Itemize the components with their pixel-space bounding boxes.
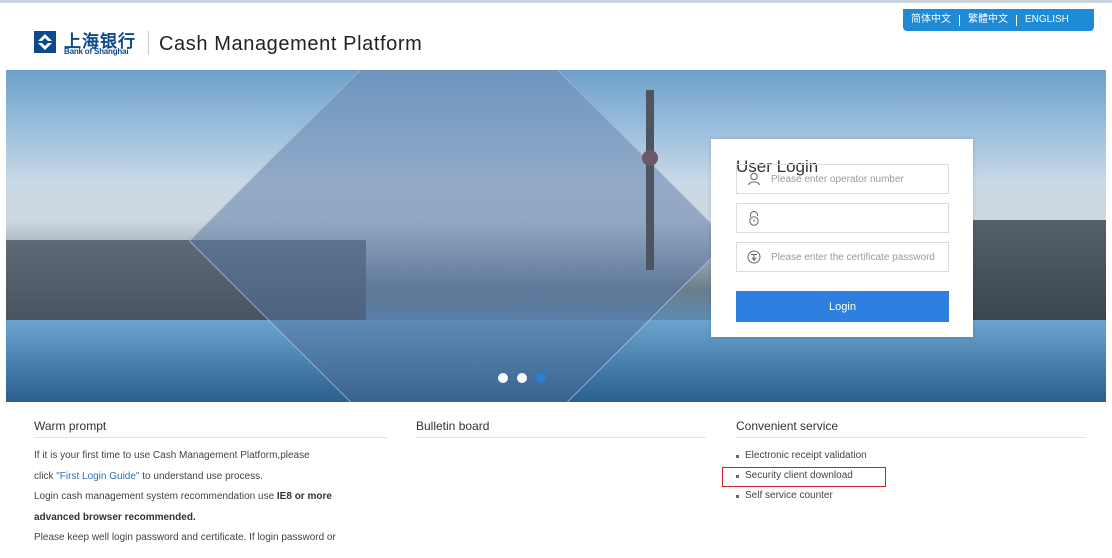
warm-prompt-line: advanced browser recommended. [34,508,388,529]
password-input[interactable] [771,212,941,224]
convenient-service-title: Convenient service [736,419,1086,438]
warm-prompt-text-fragment: Login cash management system recommendat… [34,491,277,502]
browser-requirement-cont: advanced browser recommended. [34,511,196,523]
carousel-dot-1[interactable] [498,373,508,383]
warm-prompt-line: Please keep well login password and cert… [34,532,336,543]
service-item-label: Self service counter [745,490,833,501]
operator-number-input[interactable] [771,173,941,185]
banner-tower [646,90,654,270]
bulletin-board-title: Bulletin board [416,419,706,438]
bullet-icon [736,454,739,458]
bank-logo-icon [34,31,56,53]
language-switcher: 简体中文 繁體中文 ENGLISH [903,9,1094,31]
bulletin-board-section: Bulletin board [416,419,706,438]
convenient-service-section: Convenient service Electronic receipt va… [736,419,1086,506]
highlight-annotation [722,467,886,487]
carousel-dot-3[interactable] [536,373,546,383]
certificate-password-field[interactable] [736,242,949,272]
warm-prompt-text: If it is your first time to use Cash Man… [34,446,388,549]
warm-prompt-text-fragment: to understand use process. [139,470,263,482]
warm-prompt-title: Warm prompt [34,419,388,438]
electronic-receipt-validation-link[interactable]: Electronic receipt validation [736,446,1086,466]
login-button[interactable]: Login [736,291,949,322]
browser-requirement: IE8 or more [276,491,332,502]
header: 上海银行 Bank of Shanghai Cash Management Pl… [0,3,1112,69]
warm-prompt-line: If it is your first time to use Cash Man… [34,450,310,461]
warm-prompt-line: Login cash management system recommendat… [34,487,388,508]
page-title: Cash Management Platform [159,33,423,55]
lang-english[interactable]: ENGLISH [1017,9,1077,31]
lang-simplified-chinese[interactable]: 简体中文 [903,9,959,31]
banner-tower-sphere [642,150,658,166]
bullet-icon [736,494,739,498]
first-login-guide-link[interactable]: "First Login Guide" [56,471,139,482]
warm-prompt-line: click "First Login Guide" to understand … [34,467,388,488]
lock-icon [749,210,759,226]
service-item-label: Electronic receipt validation [745,450,867,461]
self-service-counter-link[interactable]: Self service counter [736,486,1086,506]
login-panel: User Login Login [711,139,973,337]
shield-icon [747,250,761,264]
warm-prompt-section: Warm prompt If it is your first time to … [34,419,388,549]
user-icon [748,172,760,186]
warm-prompt-text-fragment: click [34,470,57,482]
carousel-indicators [498,373,546,383]
logo-english: Bank of Shanghai [64,47,129,56]
lang-traditional-chinese[interactable]: 繁體中文 [960,9,1016,31]
certificate-password-input[interactable] [771,251,941,263]
password-field[interactable] [736,203,949,233]
carousel-dot-2[interactable] [517,373,527,383]
operator-number-field[interactable] [736,164,949,194]
logo-divider [148,31,149,55]
